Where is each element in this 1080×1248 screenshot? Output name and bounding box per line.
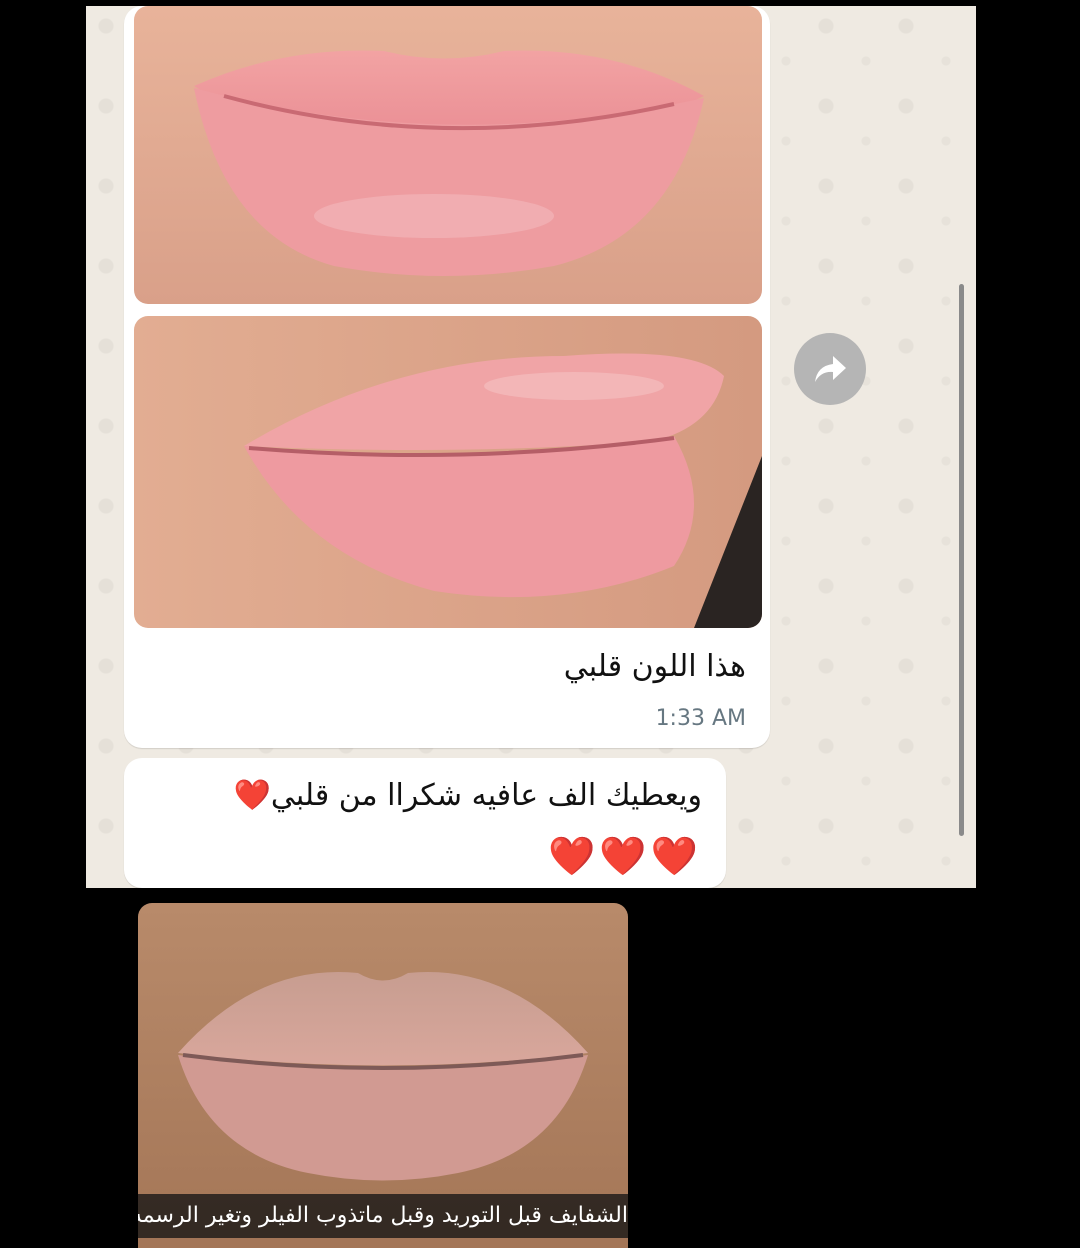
lips-photo-after-front[interactable] [134,6,762,304]
reply-message-bubble[interactable]: ويعطيك الف عافيه شكراا من قلبي❤️ ❤️❤️❤️ [124,758,726,888]
before-photo-caption: الشفايف قبل التوريد وقبل ماتذوب الفيلر و… [138,1194,628,1238]
reply-hearts: ❤️❤️❤️ [548,834,702,878]
message-timestamp: 1:33 AM [655,706,746,731]
lips-photo-after-side[interactable] [134,316,762,628]
forward-arrow-icon [815,356,846,382]
chat-scrollbar[interactable] [959,284,964,836]
reply-text: ويعطيك الف عافيه شكراا من قلبي❤️ [233,778,702,813]
message-caption: هذا اللون قلبي [563,649,746,684]
forward-icon[interactable] [794,333,866,405]
chat-screenshot: هذا اللون قلبي 1:33 AM ويعطيك الف عافيه … [86,6,976,888]
photo-message-bubble[interactable]: هذا اللون قلبي 1:33 AM [124,6,770,748]
lips-photo-before: الشفايف قبل التوريد وقبل ماتذوب الفيلر و… [138,903,628,1248]
